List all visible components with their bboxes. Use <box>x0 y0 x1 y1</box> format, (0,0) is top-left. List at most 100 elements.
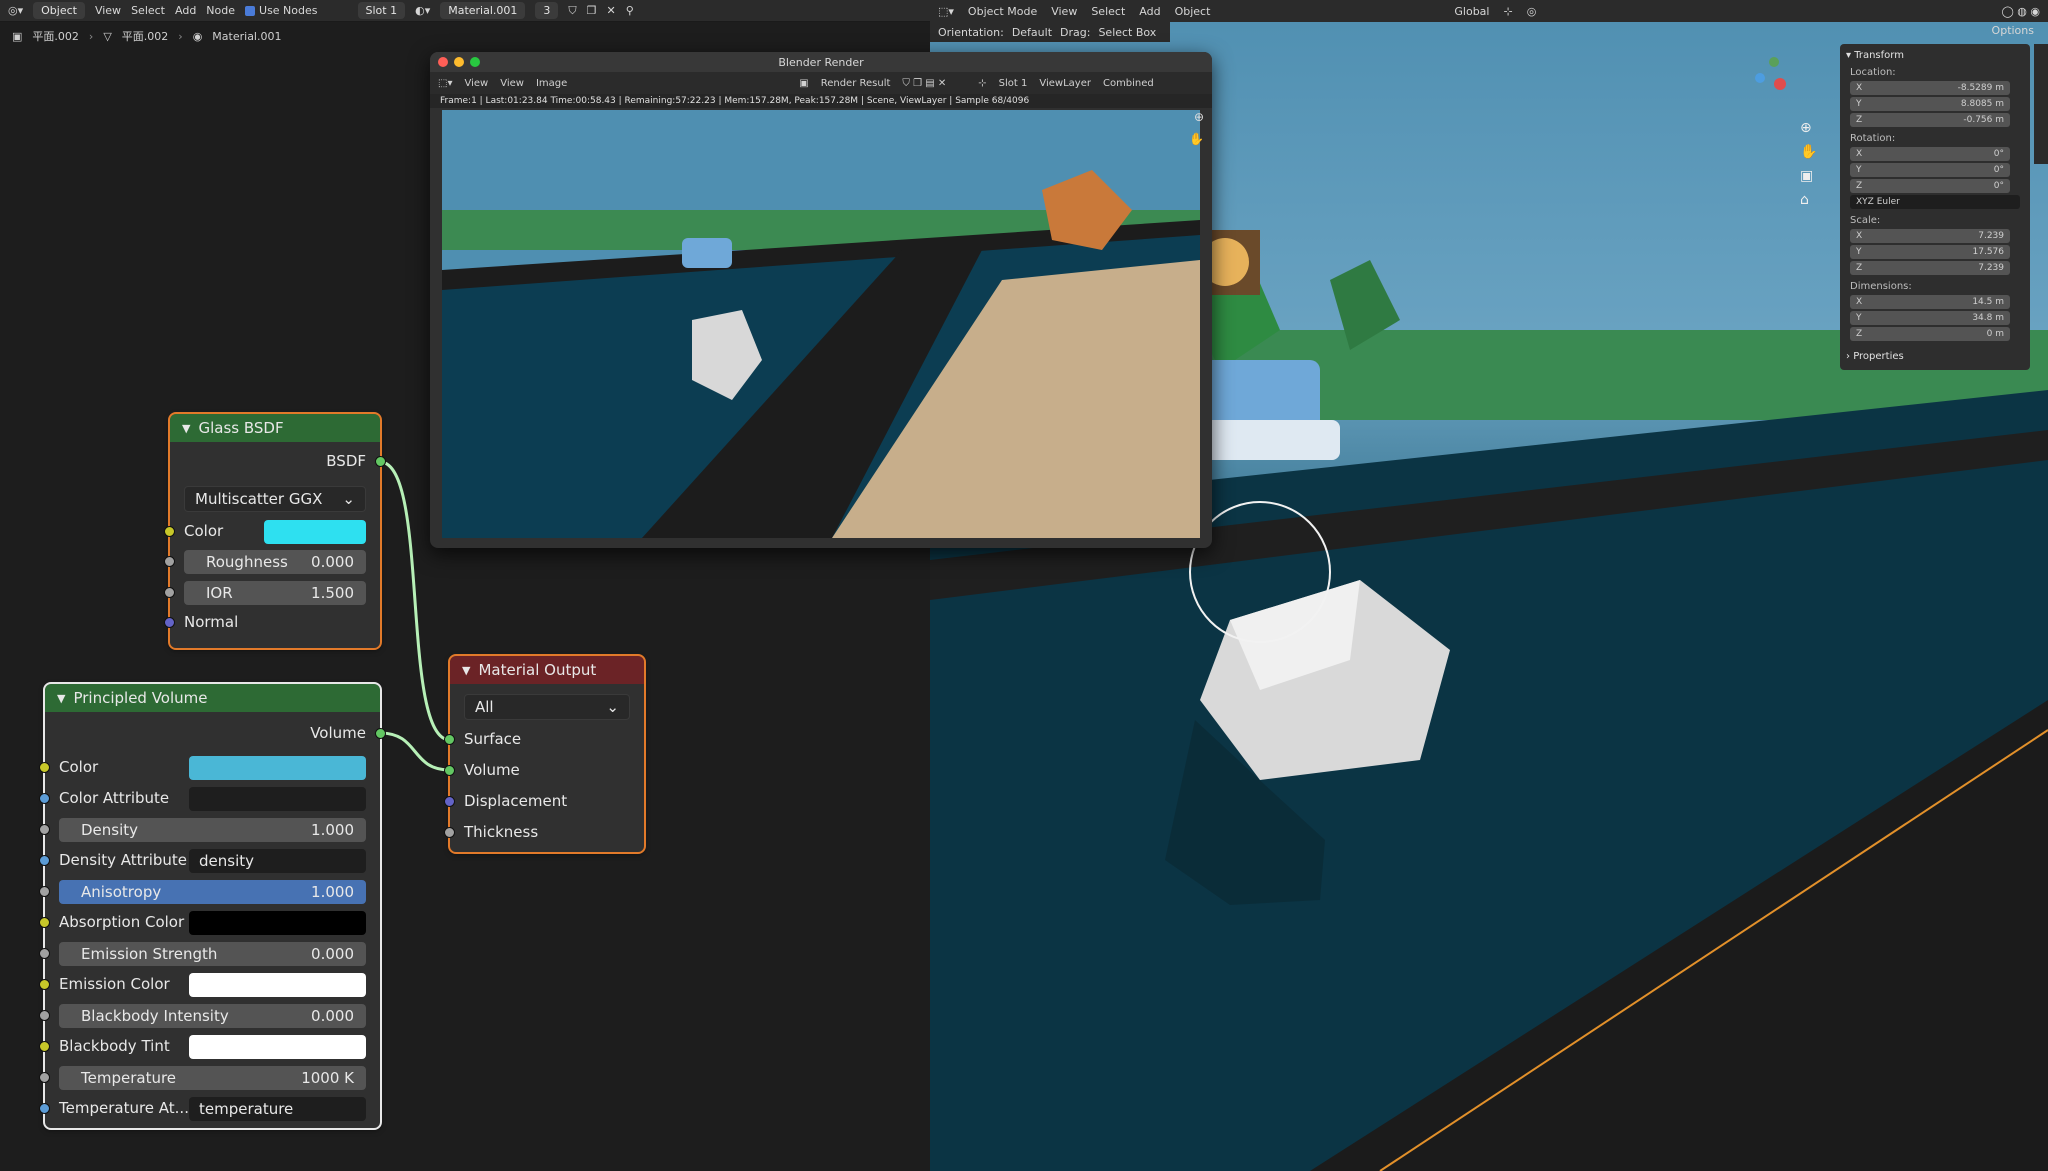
node-header[interactable]: ▼ Material Output <box>450 656 644 684</box>
render-window[interactable]: Blender Render ⬚▾ View View Image ▣ Rend… <box>430 52 1212 548</box>
rotation-x-field[interactable]: X 0° <box>1850 147 2010 161</box>
collapse-icon[interactable]: ▼ <box>182 422 190 435</box>
color-swatch[interactable] <box>189 756 366 780</box>
lock-icon[interactable]: ⌂ <box>1800 192 1809 208</box>
image-actions-icons[interactable]: ⛉ ❐ ▤ ✕ <box>902 78 946 89</box>
properties-section-header[interactable]: › Properties <box>1846 351 2024 362</box>
rotation-y-field[interactable]: Y 0° <box>1850 163 2010 177</box>
view-layer-select[interactable]: ViewLayer <box>1039 78 1091 89</box>
close-window-icon[interactable] <box>438 57 448 67</box>
image-browse-icon[interactable]: ▣ <box>799 78 808 89</box>
rotation-mode-select[interactable]: XYZ Euler <box>1850 195 2020 209</box>
menu-object[interactable]: Object <box>1175 5 1211 18</box>
density-socket[interactable] <box>39 824 50 835</box>
location-x-field[interactable]: X -8.5289 m <box>1850 81 2010 95</box>
location-z-field[interactable]: Z -0.756 m <box>1850 113 2010 127</box>
options-button[interactable]: Options <box>1992 24 2034 37</box>
roughness-field[interactable]: Roughness 0.000 <box>184 550 366 574</box>
pan-hand-icon[interactable]: ✋ <box>1800 144 1817 160</box>
menu-add[interactable]: Add <box>175 4 196 17</box>
node-header[interactable]: ▼ Glass BSDF <box>170 414 380 442</box>
color-swatch[interactable] <box>264 520 366 544</box>
ior-socket[interactable] <box>164 587 175 598</box>
temperature-socket[interactable] <box>39 1072 50 1083</box>
editor-type-icon[interactable]: ◎▾ <box>8 4 23 17</box>
pin-icon[interactable]: ⚲ <box>626 4 634 17</box>
emission-strength-socket[interactable] <box>39 948 50 959</box>
principled-volume-node[interactable]: ▼ Principled Volume Volume Color Color A… <box>39 682 386 1130</box>
editor-type-icon[interactable]: ⬚▾ <box>938 5 954 18</box>
location-y-field[interactable]: Y 8.8085 m <box>1850 97 2010 111</box>
render-pass-select[interactable]: Combined <box>1103 78 1154 89</box>
menu-select[interactable]: Select <box>131 4 165 17</box>
shading-icons[interactable]: ◯ ◍ ◉ <box>2002 5 2041 18</box>
scale-z-field[interactable]: Z 7.239 <box>1850 261 2010 275</box>
user-count[interactable]: 3 <box>535 2 559 19</box>
orientation-select[interactable]: Default <box>1012 26 1052 39</box>
menu-view[interactable]: View <box>95 4 121 17</box>
anisotropy-field[interactable]: Anisotropy 1.000 <box>59 880 366 904</box>
render-window-titlebar[interactable]: Blender Render <box>430 52 1212 72</box>
color-attribute-field[interactable] <box>189 787 366 811</box>
menu-select[interactable]: Select <box>1091 5 1125 18</box>
use-nodes-toggle[interactable]: Use Nodes <box>245 4 318 17</box>
output-socket[interactable] <box>375 456 386 467</box>
proportional-edit-icon[interactable]: ◎ <box>1527 5 1537 18</box>
image-name-field[interactable]: Render Result <box>821 78 891 89</box>
density-field[interactable]: Density 1.000 <box>59 818 366 842</box>
object-mode-select[interactable]: Object <box>33 2 85 19</box>
object-mode-select[interactable]: Object Mode <box>968 5 1037 18</box>
editor-type-icon[interactable]: ⬚▾ <box>438 78 452 89</box>
maximize-window-icon[interactable] <box>470 57 480 67</box>
collapse-icon[interactable]: ▼ <box>462 664 470 677</box>
slot-select[interactable]: Slot 1 <box>357 2 406 19</box>
snap-icon[interactable]: ⊹ <box>1503 5 1512 18</box>
dimensions-z-field[interactable]: Z0 m <box>1850 327 2010 341</box>
menu-add[interactable]: Add <box>1139 5 1160 18</box>
menu-view[interactable]: View <box>500 78 524 89</box>
blackbody-tint-swatch[interactable] <box>189 1035 366 1059</box>
sidebar-tabs[interactable] <box>2034 44 2048 164</box>
output-socket[interactable] <box>375 728 386 739</box>
view-mode-select[interactable]: View <box>464 78 488 89</box>
duplicate-icon[interactable]: ❐ <box>587 4 597 17</box>
navigation-gizmo[interactable] <box>1750 54 1810 114</box>
dimensions-x-field[interactable]: X 14.5 m <box>1850 295 2010 309</box>
blackbody-intensity-field[interactable]: Blackbody Intensity 0.000 <box>59 1004 366 1028</box>
fake-user-icon[interactable]: ⛉ <box>568 4 576 18</box>
menu-image[interactable]: Image <box>536 78 567 89</box>
blackbody-intensity-socket[interactable] <box>39 1010 50 1021</box>
unlink-icon[interactable]: ✕ <box>607 4 616 17</box>
material-output-node[interactable]: ▼ Material Output All ⌄ Surface Volume Di… <box>444 654 646 854</box>
zoom-icon[interactable]: ⊕ <box>1800 120 1812 136</box>
transform-section-header[interactable]: ▾ Transform <box>1846 50 2024 61</box>
transform-space-select[interactable]: Global <box>1454 5 1489 18</box>
display-channel-icon[interactable]: ⊹ <box>978 78 986 89</box>
slot-select[interactable]: Slot 1 <box>999 78 1028 89</box>
ior-field[interactable]: IOR 1.500 <box>184 581 366 605</box>
emission-strength-field[interactable]: Emission Strength 0.000 <box>59 942 366 966</box>
minimize-window-icon[interactable] <box>454 57 464 67</box>
menu-view[interactable]: View <box>1051 5 1077 18</box>
scale-y-field[interactable]: Y 17.576 <box>1850 245 2010 259</box>
material-sphere-icon[interactable]: ◐▾ <box>415 4 430 17</box>
temperature-attribute-field[interactable]: temperature <box>189 1097 366 1121</box>
glass-bsdf-node[interactable]: ▼ Glass BSDF BSDF Multiscatter GGX ⌄ Colo… <box>164 412 386 650</box>
node-header[interactable]: ▼ Principled Volume <box>45 684 380 712</box>
menu-node[interactable]: Node <box>206 4 235 17</box>
scale-x-field[interactable]: X 7.239 <box>1850 229 2010 243</box>
pan-hand-icon[interactable]: ✋ <box>1189 132 1204 146</box>
drag-select[interactable]: Select Box <box>1098 26 1156 39</box>
absorption-color-swatch[interactable] <box>189 911 366 935</box>
rotation-z-field[interactable]: Z 0° <box>1850 179 2010 193</box>
target-select[interactable]: All ⌄ <box>464 694 630 720</box>
anisotropy-socket[interactable] <box>39 886 50 897</box>
material-name-field[interactable]: Material.001 <box>440 2 526 19</box>
roughness-socket[interactable] <box>164 556 175 567</box>
dimensions-y-field[interactable]: Y 34.8 m <box>1850 311 2010 325</box>
temperature-field[interactable]: Temperature 1000 K <box>59 1066 366 1090</box>
zoom-icon[interactable]: ⊕ <box>1194 110 1204 124</box>
emission-color-swatch[interactable] <box>189 973 366 997</box>
density-attribute-field[interactable]: density <box>189 849 366 873</box>
collapse-icon[interactable]: ▼ <box>57 692 65 705</box>
